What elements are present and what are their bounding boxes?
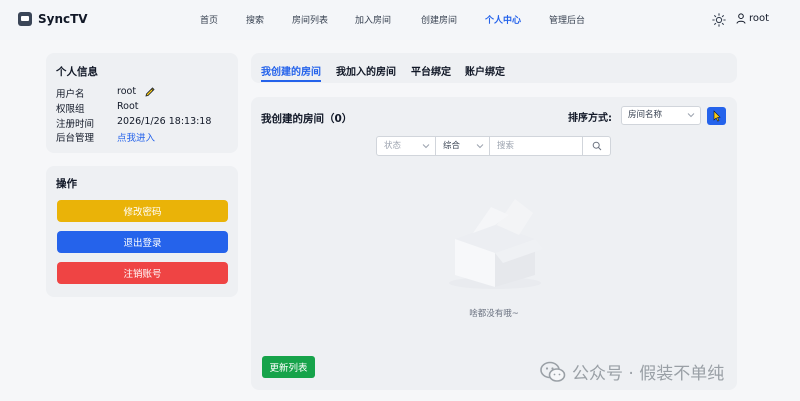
rooms-panel: 我创建的房间（0） 排序方式: 房间名称 状态 综合 搜索 啥都没有哦~ 更新列…: [251, 97, 737, 390]
main-nav: 首页 搜索 房间列表 加入房间 创建房间 个人中心 管理后台: [0, 13, 800, 27]
theme-toggle-sun-icon[interactable]: [712, 13, 726, 27]
tab-my-created-rooms[interactable]: 我创建的房间: [261, 63, 321, 82]
filter-bar: 状态 综合: [376, 136, 611, 156]
nav-search[interactable]: 搜索: [246, 13, 264, 26]
header-username: root: [749, 13, 770, 24]
watermark-text: 公众号 · 假装不单纯: [572, 364, 725, 384]
info-row-role: 权限组 Root: [56, 101, 139, 115]
refresh-list-button[interactable]: 更新列表: [262, 356, 315, 378]
nav-join-room[interactable]: 加入房间: [355, 13, 391, 26]
nav-room-list[interactable]: 房间列表: [292, 13, 328, 26]
status-filter-select[interactable]: 状态: [377, 137, 436, 155]
info-key: 用户名: [56, 89, 85, 100]
profile-card: 个人信息 用户名 root 权限组 Root 注册时间 2026/1/26 18…: [46, 53, 238, 153]
watermark: 公众号 · 假装不单纯: [540, 359, 724, 384]
tabs-bar: 我创建的房间 我加入的房间 平台绑定 账户绑定: [251, 53, 737, 83]
chevron-down-icon: [476, 144, 484, 149]
delete-account-button[interactable]: 注销账号: [57, 262, 228, 284]
top-navbar: SyncTV 首页 搜索 房间列表 加入房间 创建房间 个人中心 管理后台 ro…: [0, 0, 800, 40]
user-menu[interactable]: root: [736, 13, 769, 24]
nav-admin[interactable]: 管理后台: [549, 13, 585, 26]
info-row-register-time: 注册时间 2026/1/26 18:13:18: [56, 116, 211, 130]
room-search-input[interactable]: [490, 137, 582, 155]
tab-platform-binding[interactable]: 平台绑定: [411, 63, 451, 78]
empty-box-icon: [449, 199, 543, 289]
rooms-title: 我创建的房间（0）: [261, 113, 353, 125]
wechat-icon: [540, 361, 566, 382]
nav-create-room[interactable]: 创建房间: [421, 13, 457, 26]
chevron-down-icon: [422, 144, 430, 149]
nav-home[interactable]: 首页: [200, 13, 218, 26]
status-filter-label: 状态: [384, 141, 402, 151]
sort-select[interactable]: 房间名称: [621, 106, 701, 125]
search-button[interactable]: [582, 137, 610, 155]
sort-label: 排序方式:: [568, 113, 612, 124]
change-password-button[interactable]: 修改密码: [57, 200, 228, 222]
info-row-admin: 后台管理 点我进入: [56, 130, 155, 144]
info-key: 权限组: [56, 104, 85, 115]
info-value: root: [117, 86, 137, 97]
sort-select-value: 房间名称: [628, 110, 663, 120]
info-row-username: 用户名 root: [56, 86, 156, 100]
type-filter-label: 综合: [443, 141, 461, 151]
empty-state-text: 啥都没有哦~: [469, 309, 519, 319]
logout-button[interactable]: 退出登录: [57, 231, 228, 253]
sort-order-button[interactable]: [707, 107, 726, 125]
type-filter-select[interactable]: 综合: [436, 137, 490, 155]
cursor-pointer-icon: [713, 110, 721, 122]
info-key: 注册时间: [56, 119, 95, 130]
nav-profile[interactable]: 个人中心: [485, 13, 521, 26]
chevron-down-icon: [687, 113, 695, 118]
info-key: 后台管理: [56, 133, 95, 144]
user-icon: [736, 13, 746, 24]
info-value: Root: [117, 101, 139, 112]
profile-title: 个人信息: [56, 66, 98, 78]
info-value: 2026/1/26 18:13:18: [117, 116, 212, 127]
tab-my-joined-rooms[interactable]: 我加入的房间: [336, 63, 396, 78]
operations-title: 操作: [56, 178, 77, 190]
tab-account-binding[interactable]: 账户绑定: [465, 63, 505, 78]
operations-card: 操作 修改密码 退出登录 注销账号: [46, 166, 238, 297]
admin-enter-link[interactable]: 点我进入: [117, 130, 155, 144]
search-icon: [592, 141, 601, 151]
edit-pencil-icon[interactable]: [144, 86, 156, 98]
